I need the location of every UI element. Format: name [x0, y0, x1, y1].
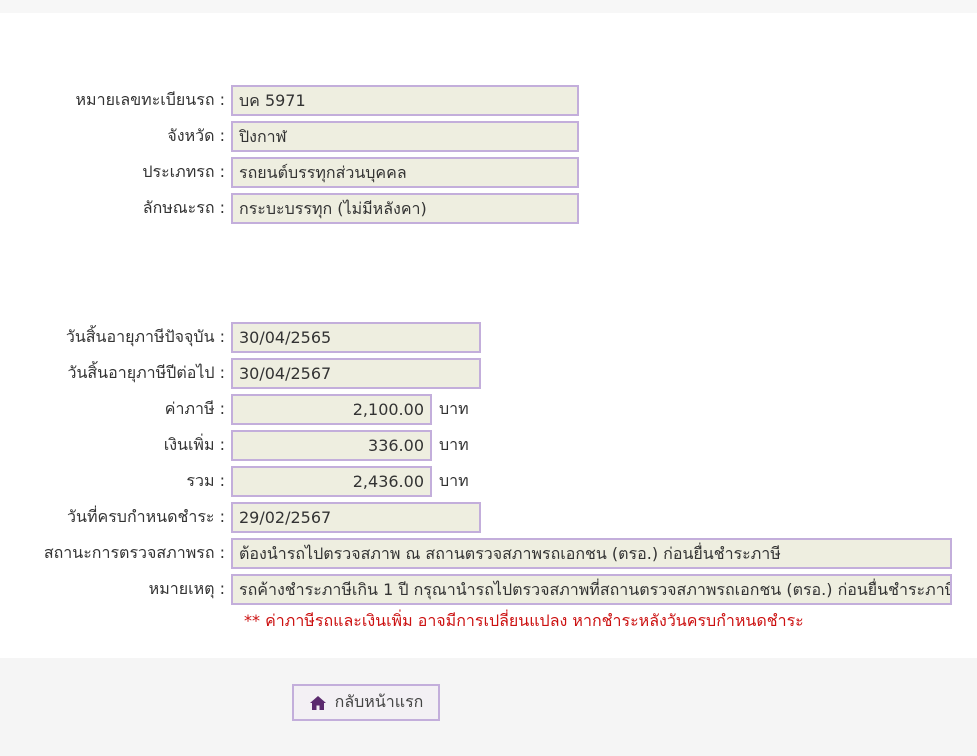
footer [0, 658, 977, 756]
province-label: จังหวัด : [167, 125, 225, 145]
row-plate: หมายเลขทะเบียนรถ : บค 5971 [0, 83, 579, 117]
back-to-home-label: กลับหน้าแรก [334, 692, 424, 711]
remark-field: รถค้างชำระภาษีเกิน 1 ปี กรุณานำรถไปตรวจส… [231, 573, 952, 605]
total-unit: บาท [439, 470, 469, 490]
row-current-expiry: วันสิ้นอายุภาษีปัจจุบัน : 30/04/2565 [0, 320, 481, 354]
total-label: รวม : [186, 470, 225, 490]
vehicle-type-field: รถยนต์บรรทุกส่วนบุคคล [231, 156, 579, 188]
back-to-home-button[interactable]: กลับหน้าแรก [292, 684, 440, 721]
due-date-label: วันที่ครบกำหนดชำระ : [67, 506, 225, 526]
row-vehicle-type: ประเภทรถ : รถยนต์บรรทุกส่วนบุคคล [0, 155, 579, 189]
row-due-date: วันที่ครบกำหนดชำระ : 29/02/2567 [0, 500, 481, 534]
row-next-expiry: วันสิ้นอายุภาษีปีต่อไป : 30/04/2567 [0, 356, 481, 390]
home-icon [309, 695, 327, 711]
remark-label: หมายเหตุ : [148, 578, 225, 598]
surcharge-unit: บาท [439, 434, 469, 454]
warning-note: ** ค่าภาษีรถและเงินเพิ่ม อาจมีการเปลี่ยน… [244, 611, 804, 630]
total-field: 2,436.00 [231, 465, 432, 497]
inspection-label: สถานะการตรวจสภาพรถ : [43, 542, 225, 562]
row-remark: หมายเหตุ : รถค้างชำระภาษีเกิน 1 ปี กรุณา… [0, 572, 952, 606]
tax-label: ค่าภาษี : [164, 398, 225, 418]
next-expiry-field: 30/04/2567 [231, 357, 481, 389]
tax-unit: บาท [439, 398, 469, 418]
row-province: จังหวัด : ปิงกาฬ [0, 119, 579, 153]
body-type-label: ลักษณะรถ : [142, 197, 225, 217]
row-total: รวม : 2,436.00 บาท [0, 464, 469, 498]
surcharge-label: เงินเพิ่ม : [163, 434, 225, 454]
plate-label: หมายเลขทะเบียนรถ : [75, 89, 226, 109]
current-expiry-label: วันสิ้นอายุภาษีปัจจุบัน : [65, 326, 225, 346]
row-surcharge: เงินเพิ่ม : 336.00 บาท [0, 428, 469, 462]
top-bar [0, 0, 977, 13]
province-field: ปิงกาฬ [231, 120, 579, 152]
next-expiry-label: วันสิ้นอายุภาษีปีต่อไป : [67, 362, 225, 382]
surcharge-field: 336.00 [231, 429, 432, 461]
row-inspection: สถานะการตรวจสภาพรถ : ต้องนำรถไปตรวจสภาพ … [0, 536, 952, 570]
due-date-field: 29/02/2567 [231, 501, 481, 533]
tax-field: 2,100.00 [231, 393, 432, 425]
current-expiry-field: 30/04/2565 [231, 321, 481, 353]
body-type-field: กระบะบรรทุก (ไม่มีหลังคา) [231, 192, 579, 224]
row-tax: ค่าภาษี : 2,100.00 บาท [0, 392, 469, 426]
plate-field: บค 5971 [231, 84, 579, 116]
inspection-field: ต้องนำรถไปตรวจสภาพ ณ สถานตรวจสภาพรถเอกชน… [231, 537, 952, 569]
row-body-type: ลักษณะรถ : กระบะบรรทุก (ไม่มีหลังคา) [0, 191, 579, 225]
vehicle-type-label: ประเภทรถ : [142, 161, 225, 181]
